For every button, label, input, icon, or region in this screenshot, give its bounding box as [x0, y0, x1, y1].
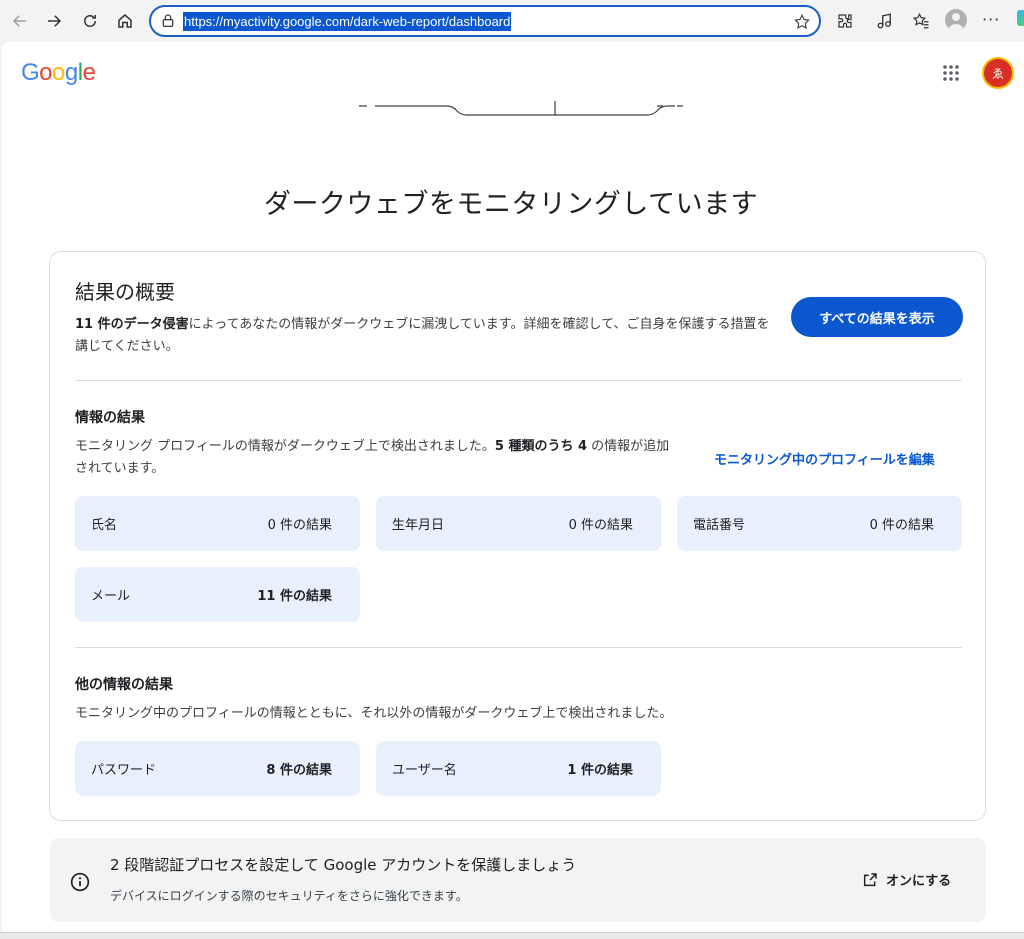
tile-label: パスワード — [91, 763, 157, 778]
read-aloud-icon[interactable] — [873, 9, 897, 33]
more-options-icon[interactable]: ··· — [982, 10, 1000, 29]
apps-grid-icon[interactable] — [942, 64, 960, 82]
tile-count: 0 件の結果 — [267, 518, 332, 533]
extensions-icon[interactable] — [833, 9, 857, 33]
dark-web-illustration — [359, 101, 683, 116]
result-tile-phone[interactable]: 電話番号 0 件の結果 — [677, 496, 962, 551]
result-tile-birthdate[interactable]: 生年月日 0 件の結果 — [376, 496, 661, 551]
turn-on-button[interactable]: オンにする — [862, 870, 951, 889]
two-step-verification-banner: 2 段階認証プロセスを設定して Google アカウントを保護しましょう デバイ… — [50, 838, 986, 922]
account-avatar[interactable]: ゑ — [982, 57, 1014, 89]
google-logo-letter: o — [39, 59, 53, 86]
result-tile-password[interactable]: パスワード 8 件の結果 — [75, 741, 360, 796]
divider — [75, 647, 962, 648]
tile-count: 11 件の結果 — [257, 589, 332, 604]
favorite-star-icon[interactable] — [793, 13, 811, 31]
google-logo-letter: e — [82, 59, 96, 86]
copilot-icon[interactable] — [1017, 10, 1024, 26]
address-bar[interactable]: https://myactivity.google.com/dark-web-r… — [149, 5, 821, 37]
tile-label: 氏名 — [91, 518, 118, 533]
browser-profile-avatar[interactable] — [945, 9, 967, 31]
lock-icon[interactable] — [160, 13, 176, 29]
home-icon[interactable] — [113, 9, 137, 33]
forward-icon[interactable] — [42, 9, 66, 33]
tile-label: メール — [91, 589, 131, 604]
tile-count: 8 件の結果 — [266, 763, 332, 778]
window-bottom-edge — [0, 932, 1024, 939]
google-logo-letter: G — [21, 59, 40, 86]
back-icon[interactable] — [8, 9, 32, 33]
url-text[interactable]: https://myactivity.google.com/dark-web-r… — [183, 12, 512, 31]
results-summary-card: 結果の概要 11 件のデータ侵害によってあなたの情報がダークウェブに漏洩していま… — [49, 251, 986, 821]
info-results-title: 情報の結果 — [75, 410, 145, 426]
tip-description: デバイスにログインする際のセキュリティをさらに強化できます。 — [110, 889, 468, 903]
google-logo-letter: g — [64, 59, 78, 86]
other-results-title: 他の情報の結果 — [75, 677, 173, 693]
summary-title: 結果の概要 — [75, 280, 175, 304]
google-logo-letter: o — [52, 59, 65, 86]
info-results-desc-pre: モニタリング プロフィールの情報がダークウェブ上で検出されました。 — [75, 439, 495, 454]
result-tile-username[interactable]: ユーザー名 1 件の結果 — [376, 741, 661, 796]
info-types-count: 5 種類のうち 4 — [494, 439, 588, 454]
breach-count: 11 件のデータ侵害 — [75, 317, 189, 332]
refresh-icon[interactable] — [78, 9, 102, 33]
page-title: ダークウェブをモニタリングしています — [263, 189, 759, 220]
result-tile-name[interactable]: 氏名 0 件の結果 — [75, 496, 360, 551]
tile-label: 生年月日 — [392, 518, 445, 533]
tile-count: 1 件の結果 — [567, 763, 633, 778]
other-results-description: モニタリング中のプロフィールの情報とともに、それ以外の情報がダークウェブ上で検出… — [75, 706, 673, 721]
result-tile-email[interactable]: メール 11 件の結果 — [75, 567, 360, 622]
turn-on-label: オンにする — [886, 874, 952, 889]
google-logo[interactable]: Google — [21, 59, 96, 87]
summary-description: 11 件のデータ侵害によってあなたの情報がダークウェブに漏洩しています。詳細を確… — [75, 314, 775, 358]
tip-title: 2 段階認証プロセスを設定して Google アカウントを保護しましょう — [110, 856, 577, 874]
view-all-results-button[interactable]: すべての結果を表示 — [791, 297, 963, 337]
tile-count: 0 件の結果 — [869, 518, 934, 533]
google-logo-text: Google — [21, 59, 96, 86]
browser-toolbar: https://myactivity.google.com/dark-web-r… — [0, 0, 1024, 42]
info-results-description: モニタリング プロフィールの情報がダークウェブ上で検出されました。5 種類のうち… — [75, 436, 675, 480]
divider — [75, 380, 962, 381]
info-icon — [70, 872, 90, 892]
tile-count: 0 件の結果 — [568, 518, 633, 533]
edit-monitoring-profile-link[interactable]: モニタリング中のプロフィールを編集 — [714, 449, 935, 468]
page-content: Google ゑ ダークウェブをモニタリングしています 結果の概要 11 件のデ… — [2, 42, 1024, 932]
open-in-new-icon — [863, 872, 877, 886]
favorites-icon[interactable] — [909, 9, 933, 33]
tile-label: 電話番号 — [693, 518, 746, 533]
tile-label: ユーザー名 — [392, 763, 457, 778]
